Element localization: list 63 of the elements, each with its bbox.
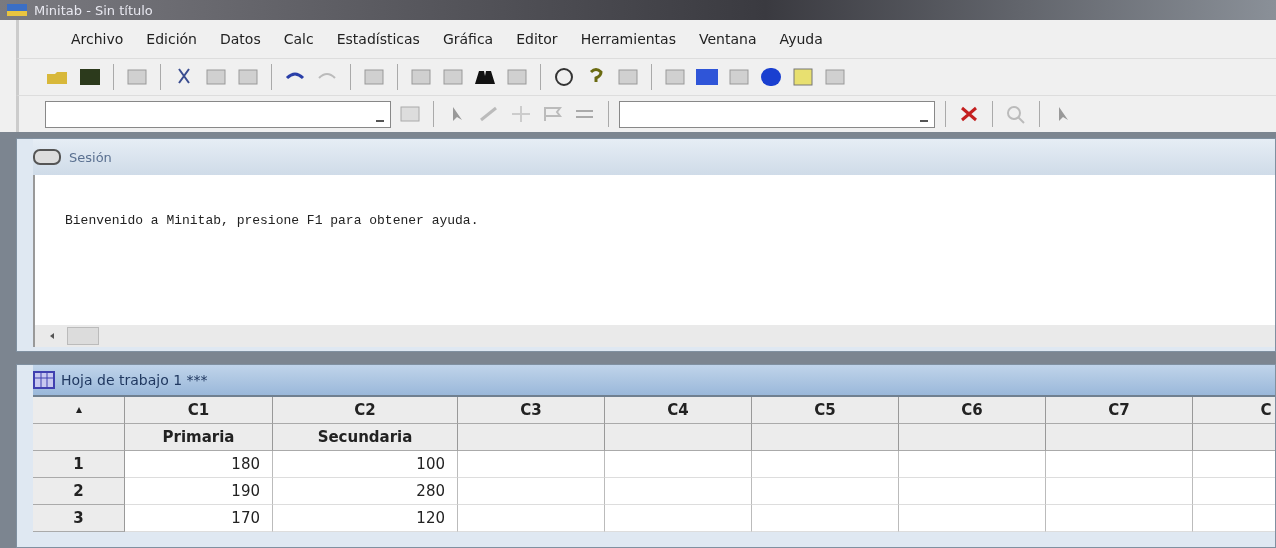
table-cell[interactable]	[605, 505, 752, 532]
horizontal-scrollbar[interactable]	[33, 325, 1275, 347]
table-cell[interactable]	[605, 451, 752, 478]
menu-item[interactable]: Ayuda	[779, 31, 823, 47]
worksheet-title: Hoja de trabajo 1 ***	[61, 372, 208, 388]
menu-item[interactable]: Estadísticas	[336, 31, 420, 47]
menu-item[interactable]: Calc	[283, 31, 314, 47]
table-cell[interactable]	[752, 451, 899, 478]
column-header[interactable]: C1	[125, 397, 273, 424]
table-cell[interactable]	[458, 451, 605, 478]
table-cell[interactable]	[899, 451, 1046, 478]
column-name[interactable]: Primaria	[125, 424, 273, 451]
table-cell[interactable]	[899, 505, 1046, 532]
column-header[interactable]: C7	[1046, 397, 1193, 424]
row-number[interactable]: 2	[33, 478, 125, 505]
column-name[interactable]	[1046, 424, 1193, 451]
table-cell[interactable]: 190	[125, 478, 273, 505]
terminal-icon[interactable]	[790, 66, 816, 88]
table-cell[interactable]	[458, 478, 605, 505]
column-name[interactable]	[458, 424, 605, 451]
column-header[interactable]: C3	[458, 397, 605, 424]
column-header[interactable]: C	[1193, 397, 1275, 424]
table-cell[interactable]: 280	[273, 478, 458, 505]
table-cell[interactable]	[752, 478, 899, 505]
table-cell[interactable]: 180	[125, 451, 273, 478]
window-icon[interactable]	[694, 66, 720, 88]
combo-field[interactable]	[45, 100, 391, 128]
menu-item[interactable]: Gráfica	[442, 31, 494, 47]
menu-item[interactable]: Edición	[146, 31, 197, 47]
menu-item[interactable]: Datos	[220, 31, 261, 47]
table-cell[interactable]: 100	[273, 451, 458, 478]
row-number[interactable]: 1	[33, 451, 125, 478]
table-cell[interactable]	[1046, 451, 1193, 478]
table-cell[interactable]	[1046, 505, 1193, 532]
combo-field[interactable]	[619, 100, 935, 128]
table-cell[interactable]: 120	[273, 505, 458, 532]
sort-arrow-icon[interactable]	[74, 406, 83, 414]
table-cell[interactable]	[1046, 478, 1193, 505]
column-name[interactable]	[605, 424, 752, 451]
table-cell[interactable]	[752, 505, 899, 532]
column-name[interactable]	[752, 424, 899, 451]
column-header[interactable]: C5	[752, 397, 899, 424]
column-header[interactable]: C4	[605, 397, 752, 424]
session-icon	[33, 148, 63, 166]
column-name[interactable]: Secundaria	[273, 424, 458, 451]
window-title: Minitab - Sin título	[34, 2, 153, 18]
column-header[interactable]: C2	[273, 397, 458, 424]
table-cell[interactable]	[899, 478, 1046, 505]
menu-item[interactable]: Ventana	[699, 31, 757, 47]
table-cell[interactable]: 170	[125, 505, 273, 532]
row-number[interactable]: 3	[33, 505, 125, 532]
table-cell[interactable]	[458, 505, 605, 532]
column-name[interactable]	[899, 424, 1046, 451]
welcome-message: Bienvenido a Minitab, presione F1 para obtener ayuda.	[65, 213, 479, 228]
scrollbar-thumb[interactable]	[67, 327, 99, 345]
corner-cell[interactable]	[33, 397, 125, 424]
menu-item[interactable]: Herramientas	[580, 31, 676, 47]
app-icon	[6, 3, 28, 17]
session-title: Sesión	[69, 149, 112, 165]
menu-item[interactable]: Editor	[516, 31, 558, 47]
table-cell[interactable]	[605, 478, 752, 505]
menu-item[interactable]: Archivo	[71, 31, 124, 47]
column-header[interactable]: C6	[899, 397, 1046, 424]
